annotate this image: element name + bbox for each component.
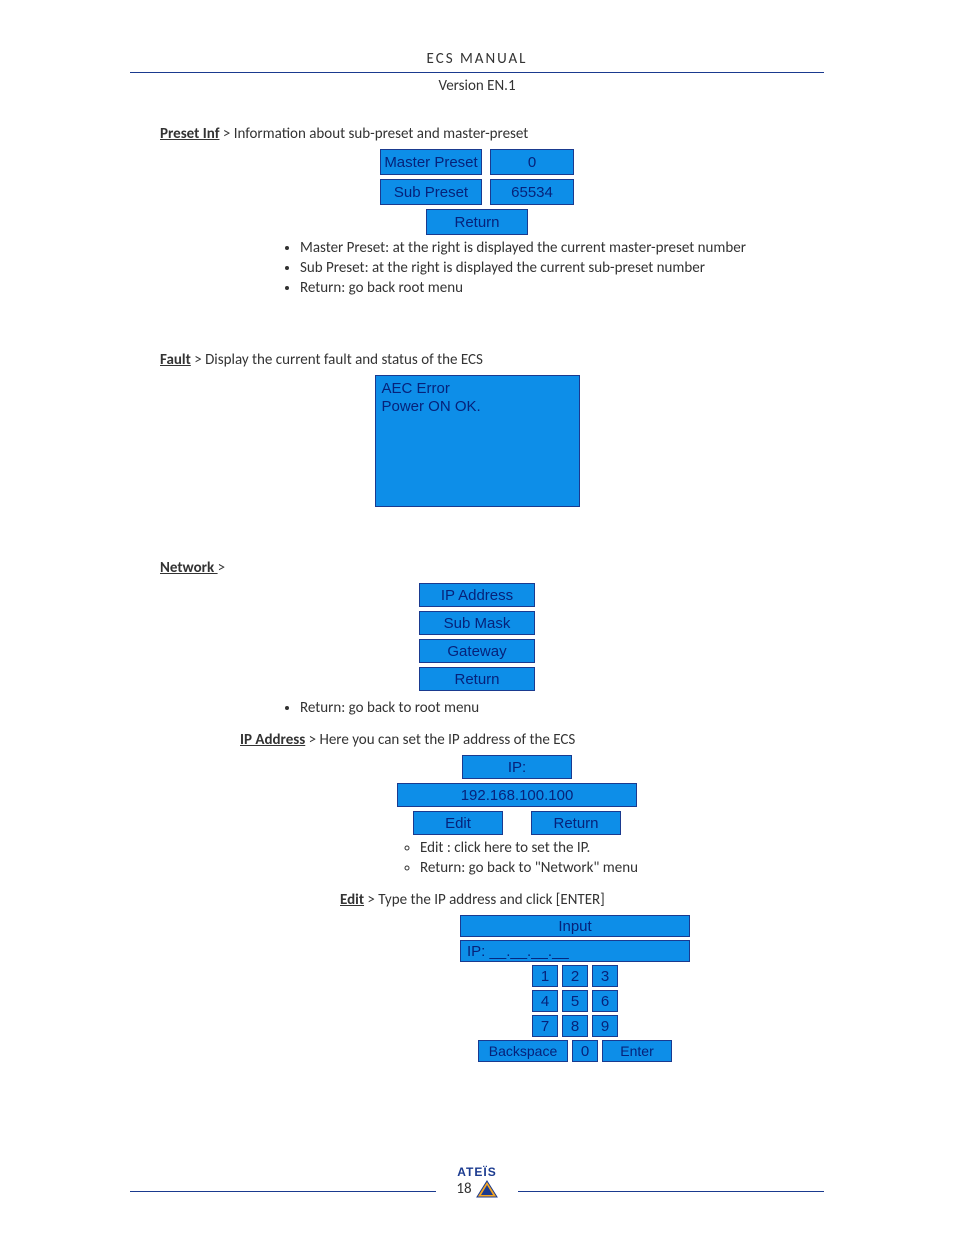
doc-title: ECS MANUAL <box>130 50 824 72</box>
master-preset-label: Master Preset <box>380 149 482 175</box>
network-heading-row: Network > <box>160 559 794 577</box>
keypad-ip-row: IP: __.__.__.__ <box>460 940 690 962</box>
network-item-gateway[interactable]: Gateway <box>419 639 535 663</box>
sub-preset-label: Sub Preset <box>380 179 482 205</box>
network-heading: Network <box>160 559 218 577</box>
list-item: Edit : click here to set the IP. <box>420 839 794 857</box>
page-header: ECS MANUAL Version EN.1 <box>130 50 824 95</box>
keypad-key-3[interactable]: 3 <box>592 965 618 987</box>
keypad-key-1[interactable]: 1 <box>532 965 558 987</box>
keypad-key-8[interactable]: 8 <box>562 1015 588 1037</box>
keypad-key-2[interactable]: 2 <box>562 965 588 987</box>
keypad-key-9[interactable]: 9 <box>592 1015 618 1037</box>
keypad-key-4[interactable]: 4 <box>532 990 558 1012</box>
ip-address-heading-row: IP Address > Here you can set the IP add… <box>240 731 794 749</box>
ip-address-panel: IP: 192.168.100.100 Edit Return <box>397 755 637 835</box>
sub-preset-value: 65534 <box>490 179 574 205</box>
preset-inf-bullets: Master Preset: at the right is displayed… <box>300 239 794 297</box>
ip-address-desc: > Here you can set the IP address of the… <box>305 731 575 749</box>
keypad-key-6[interactable]: 6 <box>592 990 618 1012</box>
ip-address-bullets: Edit : click here to set the IP. Return:… <box>420 839 794 877</box>
network-gt: > <box>218 559 225 577</box>
master-preset-value: 0 <box>490 149 574 175</box>
page-footer: ATEÏS 18 <box>0 1165 954 1199</box>
preset-return-button[interactable]: Return <box>426 209 528 235</box>
ip-return-button[interactable]: Return <box>531 811 621 835</box>
fault-heading-row: Fault > Display the current fault and st… <box>160 351 794 369</box>
footer-rule-right <box>518 1191 824 1192</box>
keypad-key-5[interactable]: 5 <box>562 990 588 1012</box>
list-item: Sub Preset: at the right is displayed th… <box>300 259 794 277</box>
network-item-ip-address[interactable]: IP Address <box>419 583 535 607</box>
footer-rule-left <box>130 1191 436 1192</box>
network-item-sub-mask[interactable]: Sub Mask <box>419 611 535 635</box>
ip-value: 192.168.100.100 <box>397 783 637 807</box>
keypad-panel: Input IP: __.__.__.__ 1 2 3 4 5 6 7 8 9 <box>460 915 690 1062</box>
fault-panel: AEC Error Power ON OK. <box>375 375 580 507</box>
edit-heading-row: Edit > Type the IP address and click [EN… <box>340 891 794 909</box>
keypad-backspace-button[interactable]: Backspace <box>478 1040 568 1062</box>
keypad-enter-button[interactable]: Enter <box>602 1040 672 1062</box>
fault-desc: > Display the current fault and status o… <box>191 351 483 369</box>
edit-desc: > Type the IP address and click [ENTER] <box>364 891 605 909</box>
fault-heading: Fault <box>160 351 191 369</box>
list-item: Return: go back to root menu <box>300 699 794 717</box>
keypad-key-0[interactable]: 0 <box>572 1040 598 1062</box>
fault-line: AEC Error <box>382 380 573 398</box>
edit-heading: Edit <box>340 891 364 909</box>
brand-name: ATEÏS <box>457 1165 496 1179</box>
brand-logo-icon <box>476 1179 498 1199</box>
ip-address-heading: IP Address <box>240 731 305 749</box>
doc-version: Version EN.1 <box>130 73 824 95</box>
network-bullets: Return: go back to root menu <box>300 699 794 717</box>
ip-header-label: IP: <box>462 755 572 779</box>
list-item: Return: go back to "Network" menu <box>420 859 794 877</box>
keypad-input-header: Input <box>460 915 690 937</box>
ip-edit-button[interactable]: Edit <box>413 811 503 835</box>
network-item-return[interactable]: Return <box>419 667 535 691</box>
preset-panel: Master Preset 0 Sub Preset 65534 Return <box>372 149 582 235</box>
preset-inf-desc: > Information about sub-preset and maste… <box>219 125 528 143</box>
preset-inf-heading-row: Preset Inf > Information about sub-prese… <box>160 125 794 143</box>
preset-inf-heading: Preset Inf <box>160 125 219 143</box>
network-menu: IP Address Sub Mask Gateway Return <box>419 583 535 695</box>
fault-line: Power ON OK. <box>382 398 573 416</box>
list-item: Master Preset: at the right is displayed… <box>300 239 794 257</box>
list-item: Return: go back root menu <box>300 279 794 297</box>
page-number: 18 <box>456 1180 471 1198</box>
keypad-key-7[interactable]: 7 <box>532 1015 558 1037</box>
